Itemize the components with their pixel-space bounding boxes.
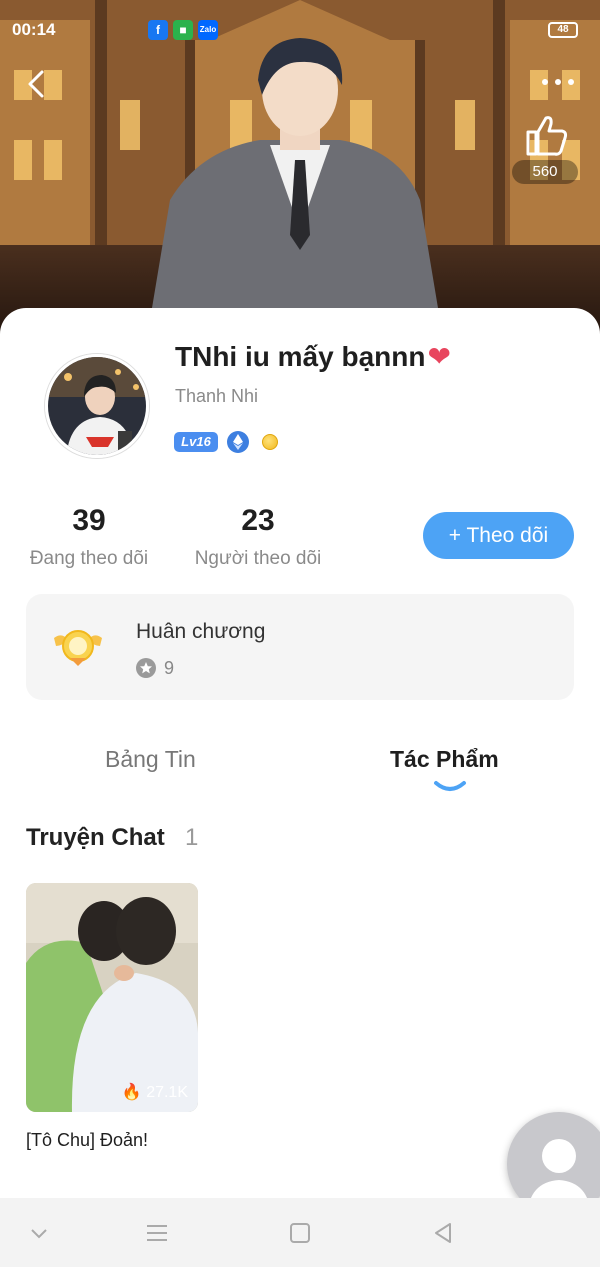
section-count: 1 <box>185 824 199 851</box>
tab-bang-tin[interactable]: Bảng Tin <box>105 746 196 773</box>
view-count: 🔥 27.1K <box>122 1082 188 1102</box>
tab-tac-pham[interactable]: Tác Phẩm <box>390 746 499 773</box>
display-name: TNhi iu mấy bạnnn❤ <box>175 340 451 373</box>
level-badge[interactable]: Lv16 <box>174 432 218 452</box>
diamond-badge-icon[interactable] <box>226 430 250 454</box>
medal-title: Huân chương <box>136 620 266 643</box>
zalo-icon: Zalo <box>198 20 218 40</box>
following-count: 39 <box>72 504 106 537</box>
thumbs-up-icon <box>526 116 568 156</box>
back-button[interactable] <box>20 66 56 102</box>
medal-icon <box>54 630 102 666</box>
following-label: Đang theo dõi <box>29 548 149 569</box>
followers-label: Người theo dõi <box>194 548 322 569</box>
username: Thanh Nhi <box>175 386 259 406</box>
battery-icon: 48 <box>548 22 578 38</box>
more-dot-icon <box>555 79 561 85</box>
more-dot-icon <box>542 79 548 85</box>
system-navigation-bar <box>0 1198 600 1267</box>
section-title: Truyện Chat <box>26 824 165 851</box>
profile-card: TNhi iu mấy bạnnn❤ Thanh Nhi Lv16 39 Đan… <box>0 308 600 1216</box>
story-card-thumbnail[interactable]: 🔥 27.1K <box>26 883 198 1112</box>
more-options-button[interactable] <box>538 70 578 94</box>
cover-background-image <box>0 0 600 340</box>
like-button[interactable]: 560 <box>512 112 578 190</box>
followers-count: 23 <box>241 504 275 537</box>
follow-button[interactable]: + Theo dõi <box>423 512 574 559</box>
story-title[interactable]: [Tô Chu] Đoản! <box>26 1130 148 1151</box>
menu-icon[interactable] <box>142 1218 172 1248</box>
profile-cover: 00:14 f ■ Zalo 48 560 <box>0 0 600 340</box>
like-count: 560 <box>512 160 578 184</box>
display-name-text: TNhi iu mấy bạnnn <box>175 341 426 372</box>
heart-emoji: ❤ <box>427 341 451 372</box>
story-cover-image <box>26 883 198 1112</box>
avatar-photo <box>48 357 146 455</box>
facebook-icon: f <box>148 20 168 40</box>
status-time: 00:14 <box>12 20 56 39</box>
status-bar: 00:14 f ■ Zalo 48 <box>0 14 600 48</box>
back-triangle-icon[interactable] <box>428 1218 458 1248</box>
medal-count: 9 <box>164 658 175 678</box>
fire-icon: 🔥 <box>121 1084 142 1101</box>
chevron-down-icon[interactable] <box>24 1218 54 1248</box>
line-app-icon: ■ <box>173 20 193 40</box>
active-tab-indicator <box>434 781 466 791</box>
more-dot-icon <box>568 79 574 85</box>
view-count-text: 27.1K <box>146 1084 188 1101</box>
user-avatar[interactable] <box>45 354 149 458</box>
star-icon <box>136 658 156 678</box>
coin-badge-icon[interactable] <box>262 434 278 450</box>
following-stat[interactable]: 39 Đang theo dõi <box>26 504 152 570</box>
home-square-icon[interactable] <box>285 1218 315 1248</box>
medal-card[interactable]: Huân chương 9 <box>26 594 574 700</box>
followers-stat[interactable]: 23 Người theo dõi <box>191 504 325 570</box>
back-arrow-icon <box>28 70 44 98</box>
